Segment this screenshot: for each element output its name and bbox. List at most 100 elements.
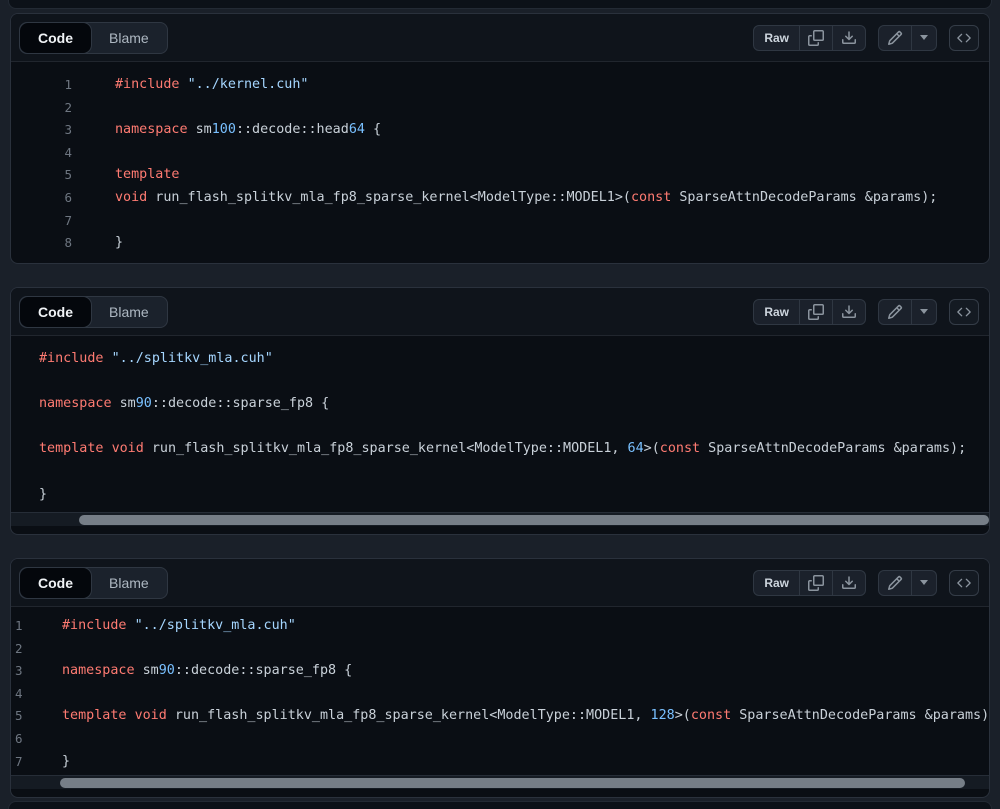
raw-button[interactable]: Raw: [754, 300, 799, 324]
code-line: [11, 371, 989, 394]
chevron-down-icon: [920, 35, 928, 40]
code-lines: 1#include "../kernel.cuh"23namespace sm1…: [11, 62, 989, 263]
code-symbol-icon: [957, 305, 971, 319]
download-button[interactable]: [832, 571, 865, 595]
code-line: 1#include "../splitkv_mla.cuh": [11, 615, 989, 638]
file-toolbar: Code Blame Raw: [11, 288, 989, 336]
code-symbol-button[interactable]: [949, 570, 979, 596]
code-symbol-icon: [957, 576, 971, 590]
tab-blame[interactable]: Blame: [91, 297, 167, 327]
code-line: 7}: [11, 751, 989, 774]
line-number[interactable]: 1: [11, 615, 35, 638]
code-line: 4: [11, 142, 989, 165]
code-line-text: }: [72, 232, 123, 255]
line-number[interactable]: 5: [11, 705, 35, 728]
code-line: 3namespace sm100::decode::head64 {: [11, 119, 989, 142]
code-line-text: template void run_flash_splitkv_mla_fp8_…: [35, 705, 989, 728]
code-symbol-button[interactable]: [949, 25, 979, 51]
copy-icon: [808, 304, 824, 320]
code-line-text: namespace sm90::decode::sparse_fp8 {: [11, 393, 329, 416]
chevron-down-icon: [920, 580, 928, 585]
code-line-text: [11, 461, 39, 484]
code-line: 6: [11, 728, 989, 751]
line-number[interactable]: 5: [11, 164, 72, 187]
code-line-text: [72, 210, 115, 233]
edit-group: [878, 299, 937, 325]
line-number[interactable]: 3: [11, 660, 35, 683]
raw-copy-download-group: Raw: [753, 25, 866, 51]
tab-blame[interactable]: Blame: [91, 568, 167, 598]
code-line-text: namespace sm100::decode::head64 {: [72, 119, 381, 142]
file-toolbar: Code Blame Raw: [11, 559, 989, 607]
code-line-text: [35, 728, 62, 751]
copy-button[interactable]: [799, 300, 832, 324]
line-number[interactable]: 3: [11, 119, 72, 142]
code-lines: 1#include "../splitkv_mla.cuh"23namespac…: [11, 607, 989, 775]
toolbar-actions: Raw: [753, 299, 979, 325]
code-panel-1: Code Blame Raw 1#include "../kernel.cuh"…: [10, 13, 990, 264]
code-blame-switch: Code Blame: [19, 22, 168, 54]
pencil-icon: [887, 30, 903, 46]
line-number[interactable]: 4: [11, 683, 35, 706]
code-line: namespace sm90::decode::sparse_fp8 {: [11, 393, 989, 416]
line-number[interactable]: 2: [11, 638, 35, 661]
h-scrollbar[interactable]: [11, 512, 989, 526]
edit-dropdown-button[interactable]: [911, 300, 936, 324]
code-lines: #include "../splitkv_mla.cuh" namespace s…: [11, 336, 989, 512]
edit-dropdown-button[interactable]: [911, 571, 936, 595]
pencil-icon: [887, 304, 903, 320]
line-number[interactable]: 1: [11, 74, 72, 97]
code-blame-switch: Code Blame: [19, 567, 168, 599]
line-number[interactable]: 6: [11, 187, 72, 210]
tab-code[interactable]: Code: [20, 568, 91, 598]
tab-code[interactable]: Code: [20, 297, 91, 327]
tab-code[interactable]: Code: [20, 23, 91, 53]
edit-button[interactable]: [879, 571, 911, 595]
copy-button[interactable]: [799, 571, 832, 595]
toolbar-actions: Raw: [753, 25, 979, 51]
code-line-text: #include "../splitkv_mla.cuh": [35, 615, 296, 638]
scrollbar-thumb[interactable]: [60, 778, 965, 788]
edit-button[interactable]: [879, 26, 911, 50]
line-number[interactable]: 2: [11, 97, 72, 120]
tab-blame[interactable]: Blame: [91, 23, 167, 53]
code-line-text: [11, 416, 39, 439]
download-button[interactable]: [832, 300, 865, 324]
code-symbol-icon: [957, 31, 971, 45]
code-line: 7: [11, 210, 989, 233]
raw-copy-download-group: Raw: [753, 570, 866, 596]
line-number[interactable]: 7: [11, 751, 35, 774]
code-line-text: [72, 97, 115, 120]
code-panel-3: Code Blame Raw 1#include "../splitkv_mla…: [10, 558, 990, 798]
scrollbar-thumb[interactable]: [79, 515, 989, 525]
line-number[interactable]: 6: [11, 728, 35, 751]
line-number[interactable]: 4: [11, 142, 72, 165]
edit-button[interactable]: [879, 300, 911, 324]
copy-button[interactable]: [799, 26, 832, 50]
edit-dropdown-button[interactable]: [911, 26, 936, 50]
code-line-text: [35, 638, 62, 661]
download-button[interactable]: [832, 26, 865, 50]
raw-button[interactable]: Raw: [754, 571, 799, 595]
h-scrollbar[interactable]: [11, 775, 989, 789]
code-line: 2: [11, 97, 989, 120]
code-line: [11, 416, 989, 439]
code-line: #include "../splitkv_mla.cuh": [11, 348, 989, 371]
code-line-text: [72, 142, 115, 165]
raw-button[interactable]: Raw: [754, 26, 799, 50]
code-line-text: }: [35, 751, 70, 774]
download-icon: [841, 304, 857, 320]
code-line: }: [11, 484, 989, 507]
chevron-down-icon: [920, 309, 928, 314]
line-number[interactable]: 7: [11, 210, 72, 233]
code-line-text: [35, 683, 62, 706]
code-line: template void run_flash_splitkv_mla_fp8_…: [11, 438, 989, 461]
code-line-text: [11, 371, 39, 394]
copy-icon: [808, 30, 824, 46]
code-blame-switch: Code Blame: [19, 296, 168, 328]
line-number[interactable]: 8: [11, 232, 72, 255]
edit-group: [878, 25, 937, 51]
code-line-text: #include "../kernel.cuh": [72, 74, 309, 97]
code-line-text: void run_flash_splitkv_mla_fp8_sparse_ke…: [72, 187, 937, 210]
code-symbol-button[interactable]: [949, 299, 979, 325]
